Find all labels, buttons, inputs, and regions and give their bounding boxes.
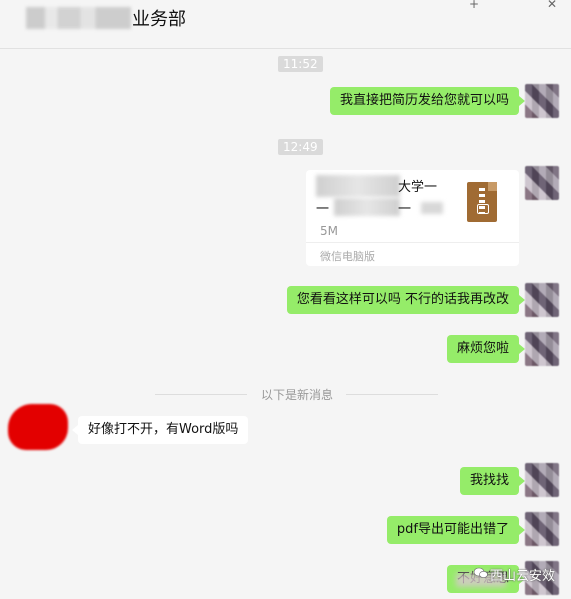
file-name-line2b: 一 [398,202,412,217]
user-avatar[interactable] [525,512,559,546]
new-messages-divider: 以下是新消息 [0,386,571,402]
zipper-pull [477,204,489,214]
chat-header: 业务部 + ✕ [0,0,571,49]
zip-file-icon [467,182,497,222]
file-message[interactable]: 大学一 一 一 5M 微信电脑版 [306,170,519,266]
new-messages-label: 以下是新消息 [261,388,334,402]
close-icon[interactable]: ✕ [547,0,557,11]
blurred-filename [316,175,400,197]
blurred-filename [421,202,443,214]
user-avatar[interactable] [525,463,559,497]
divider-line [346,394,438,395]
sent-message[interactable]: 我找找 [459,467,526,495]
pin-icon[interactable]: + [469,0,479,11]
user-avatar[interactable] [525,166,559,200]
window-controls: + ✕ [405,0,557,11]
watermark-text: 西山云安效 [490,569,556,584]
timestamp: 11:52 [278,56,323,72]
sent-message[interactable]: 麻烦您啦 [446,335,526,363]
blurred-filename [334,198,400,216]
timestamp: 12:49 [278,139,323,155]
chat-window: 业务部 + ✕ 11:52 我直接把简历发给您就可以吗 12:49 大学一 一 … [0,0,571,599]
file-name-line1: 大学一 [398,180,438,195]
user-avatar[interactable] [525,283,559,317]
file-source: 微信电脑版 [320,250,375,263]
received-message[interactable]: 好像打不开，有Word版吗 [71,416,249,444]
contact-avatar[interactable] [8,404,68,450]
file-size: 5M [320,224,338,238]
blurred-title-prefix [26,7,131,29]
wechat-icon [474,567,488,579]
user-avatar[interactable] [525,84,559,118]
sent-message[interactable]: 您看看这样可以吗 不行的话我再改改 [286,286,526,314]
chat-title: 业务部 [132,9,186,30]
user-avatar[interactable] [525,332,559,366]
sent-message[interactable]: 我直接把简历发给您就可以吗 [329,87,526,115]
divider [306,242,519,243]
divider-line [155,394,247,395]
file-name-line2a: 一 [316,202,330,217]
sent-message[interactable]: pdf导出可能出错了 [386,516,526,544]
